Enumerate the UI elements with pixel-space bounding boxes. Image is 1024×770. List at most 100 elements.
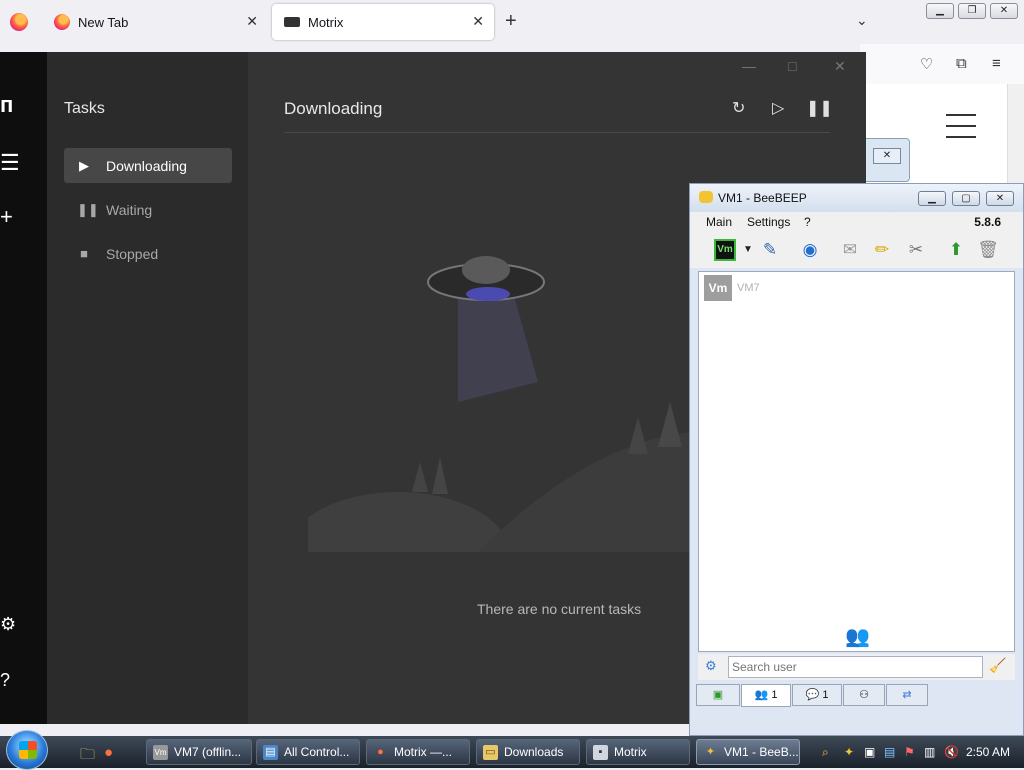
close-button[interactable]: ✕ (986, 191, 1014, 206)
pause-icon: ❚❚ (77, 201, 99, 217)
settings-gear-icon[interactable]: ⚙ (705, 658, 717, 674)
nav-waiting[interactable]: ❚❚ Waiting (64, 192, 232, 227)
folder-icon: ▭ (483, 744, 498, 760)
bottom-tabs: ▣ 👥 1 💬 1 ⚇ ⇄ (696, 684, 1016, 707)
window-maximize-icon[interactable]: □ (788, 58, 796, 74)
maximize-button[interactable]: ▢ (952, 191, 980, 206)
taskbar-label: All Control... (284, 745, 350, 759)
empty-state-illustration (308, 256, 728, 552)
nav-downloading[interactable]: ▶ Downloading (64, 148, 232, 183)
minimize-button[interactable]: ▁ (918, 191, 946, 206)
flag-icon[interactable]: ⚑ (904, 745, 915, 759)
tab-share[interactable]: ⇄ (886, 684, 928, 706)
tab-users[interactable]: 👥 1 (741, 684, 791, 707)
restore-button[interactable]: ❐ (958, 3, 986, 19)
update-icon[interactable]: ⬆ (944, 238, 968, 262)
taskbar-label: VM7 (offlin... (174, 745, 242, 759)
resume-all-icon[interactable]: ▷ (772, 98, 784, 118)
help-icon[interactable]: ? (0, 670, 10, 691)
close-icon[interactable]: ✕ (472, 13, 484, 30)
user-name: VM7 (737, 282, 760, 294)
stop-icon: ■ (80, 246, 88, 261)
window-title: VM1 - BeeBEEP (718, 191, 807, 205)
extensions-icon[interactable]: ⧉ (956, 55, 967, 72)
edit-profile-icon[interactable]: ✎ (758, 238, 782, 262)
taskbar-button-firefox[interactable]: ● Motrix —... (366, 739, 470, 765)
tools-icon[interactable]: ✂ (904, 238, 928, 262)
tab-groups[interactable]: ⚇ (843, 684, 885, 706)
close-icon[interactable]: ✕ (246, 13, 258, 30)
header-divider (284, 132, 830, 133)
share-icon: ⇄ (902, 689, 912, 701)
tab-count: 1 (822, 689, 829, 701)
pocket-icon[interactable]: ♡ (920, 55, 933, 73)
mail-icon[interactable]: ✉ (838, 238, 862, 262)
clear-broom-icon[interactable]: 🧹 (989, 657, 1006, 674)
tab-label: New Tab (78, 14, 129, 30)
window-close-icon[interactable]: ✕ (834, 58, 846, 75)
clock[interactable]: 2:50 AM (966, 745, 1010, 759)
firefox-tabbar: New Tab ✕ Motrix ✕ + ⌄ ▁ ❐ ✕ (0, 0, 1024, 44)
windows-logo-icon (19, 741, 37, 759)
volume-mute-icon[interactable]: 🔇 (944, 745, 959, 759)
chevron-down-icon[interactable]: ▼ (736, 238, 760, 262)
background-window-fragment: ✕ (862, 138, 910, 182)
pencil-icon[interactable]: ✏ (870, 238, 894, 262)
tab-label: Motrix (308, 14, 344, 30)
taskbar-button-beebeep[interactable]: ✦ VM1 - BeeB... (696, 739, 800, 765)
beebeep-tray-icon[interactable]: ✦ (844, 745, 854, 759)
close-button[interactable]: ✕ (990, 3, 1018, 19)
menu-help[interactable]: ? (804, 215, 811, 229)
search-icon[interactable]: ⌕ (822, 745, 829, 760)
taskbar-button-downloads[interactable]: ▭ Downloads (476, 739, 580, 765)
add-task-icon[interactable]: + (0, 204, 13, 230)
people-icon: 👥 (845, 626, 870, 648)
network-icon[interactable]: ◉ (798, 238, 822, 262)
beebeep-toolbar: Vm ▼ ✎ ◉ ✉ ✏ ✂ ⬆ 🗑 (690, 232, 1023, 268)
taskbar: 🗀 ● Vm VM7 (offlin... ▤ All Control... ●… (0, 730, 1024, 770)
firefox-icon: ● (377, 745, 384, 758)
task-list-icon[interactable]: ☰ (0, 150, 20, 176)
preferences-icon[interactable]: ⚙ (0, 614, 16, 635)
explorer-icon[interactable]: 🗀 (80, 744, 95, 769)
beebeep-app-icon (699, 191, 713, 203)
taskbar-button-control-panel[interactable]: ▤ All Control... (256, 739, 360, 765)
trash-icon[interactable]: 🗑 (976, 238, 1000, 262)
users-icon: 👥 (754, 689, 769, 701)
start-button[interactable] (6, 730, 48, 770)
monitor-icon: ▣ (712, 689, 724, 701)
page-hamburger-icon[interactable] (946, 114, 976, 138)
nav-label: Stopped (106, 245, 159, 262)
menu-icon[interactable]: ≡ (992, 55, 1001, 72)
tab-chats[interactable]: 💬 1 (792, 684, 842, 706)
chevron-down-icon[interactable]: ⌄ (856, 12, 868, 29)
display-icon[interactable]: ▤ (884, 745, 895, 759)
close-icon[interactable]: ✕ (873, 148, 901, 164)
minimize-button[interactable]: ▁ (926, 3, 954, 19)
usb-icon[interactable]: ▣ (864, 745, 875, 759)
menu-settings[interactable]: Settings (747, 215, 790, 229)
beebeep-titlebar: VM1 - BeeBEEP ▁ ▢ ✕ (690, 184, 1023, 212)
tab-new-tab[interactable]: New Tab ✕ (42, 4, 268, 40)
pause-all-icon[interactable]: ❚❚ (806, 98, 833, 118)
network-tray-icon[interactable]: ▥ (924, 745, 935, 759)
nav-label: Downloading (106, 157, 187, 174)
tab-motrix[interactable]: Motrix ✕ (272, 4, 494, 40)
taskbar-button-vm7[interactable]: Vm VM7 (offlin... (146, 739, 252, 765)
taskbar-button-motrix[interactable]: ▪ Motrix (586, 739, 690, 765)
refresh-icon[interactable]: ↻ (732, 98, 745, 118)
firefox-icon[interactable] (10, 13, 28, 31)
tab-count: 1 (771, 689, 778, 701)
search-input[interactable] (728, 656, 983, 678)
nav-stopped[interactable]: ■ Stopped (64, 236, 232, 271)
firefox-icon[interactable]: ● (104, 744, 113, 761)
firefox-toolbar: ♡ ⧉ ≡ (860, 44, 1024, 84)
beebeep-icon: ✦ (705, 745, 716, 758)
new-tab-plus-icon[interactable]: + (505, 10, 517, 33)
window-minimize-icon[interactable]: — (742, 58, 756, 74)
user-status-icon[interactable]: Vm (714, 239, 736, 261)
user-list: Vm VM7 👥 (698, 271, 1015, 652)
tab-monitor[interactable]: ▣ (696, 684, 740, 706)
page-title: Downloading (284, 99, 383, 118)
menu-main[interactable]: Main (706, 215, 732, 229)
